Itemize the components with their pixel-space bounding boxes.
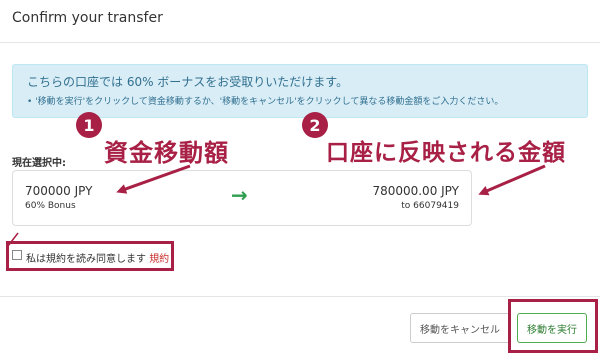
- execute-transfer-button[interactable]: 移動を実行: [517, 313, 587, 343]
- annotation-arrow-1: [116, 164, 191, 194]
- annotation-arrow-2: [478, 164, 546, 196]
- terms-link[interactable]: 規約: [149, 254, 169, 265]
- cancel-transfer-button[interactable]: 移動をキャンセル: [410, 313, 510, 343]
- footer-divider: [0, 296, 600, 297]
- agreement-text: 私は規約を読み同意します: [26, 254, 146, 265]
- agreement-text-line: 私は規約を読み同意します 規約: [26, 250, 169, 265]
- agree-checkbox[interactable]: [12, 250, 22, 260]
